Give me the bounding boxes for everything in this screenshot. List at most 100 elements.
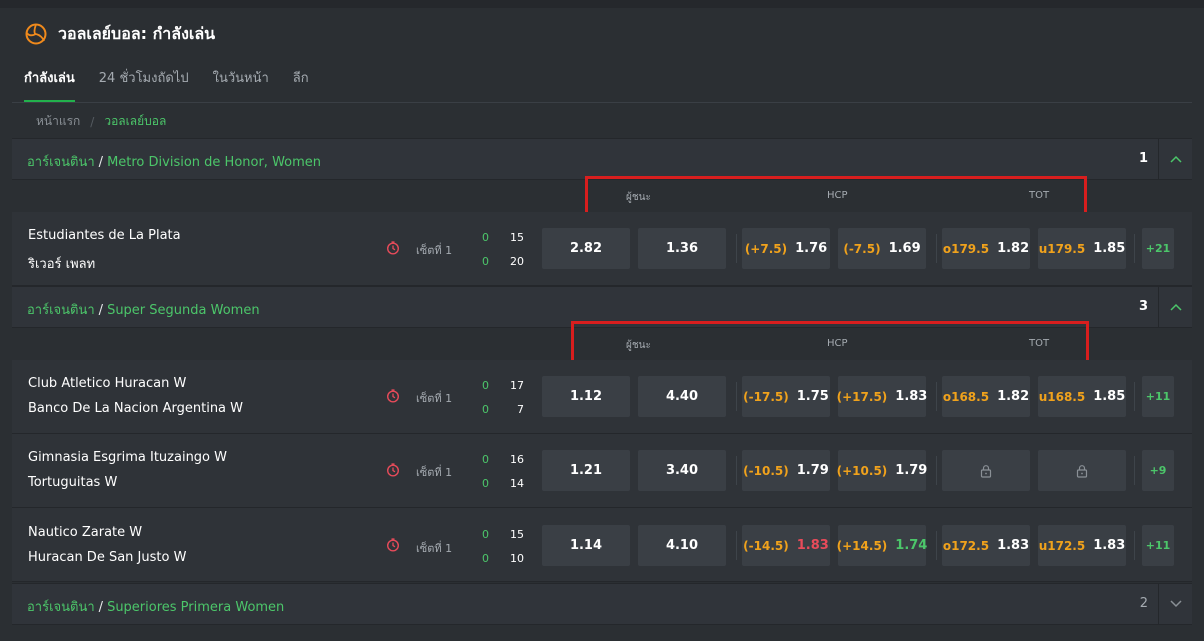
page-title: วอลเลย์บอล: กำลังเล่น bbox=[58, 23, 216, 43]
league-title[interactable]: Super Segunda Women bbox=[107, 303, 260, 318]
odd-winner-away[interactable]: 4.40 bbox=[638, 376, 726, 417]
home-team[interactable]: Nautico Zarate W bbox=[28, 525, 142, 540]
odd-hcp-home[interactable]: (+7.5) 1.76 bbox=[742, 228, 830, 269]
match-period: เซ็ตที่ 1 bbox=[416, 542, 453, 555]
odd-tot-over[interactable]: o172.5 1.83 bbox=[942, 525, 1030, 566]
page: วอลเลย์บอล: กำลังเล่น กำลังเล่น 24 ชั่วโ… bbox=[0, 0, 1204, 641]
odd-tot-under[interactable]: u179.5 1.85 bbox=[1038, 228, 1126, 269]
home-team[interactable]: Gimnasia Esgrima Ituzaingo W bbox=[28, 450, 227, 465]
home-team[interactable]: Estudiantes de La Plata bbox=[28, 228, 181, 243]
odd-hcp-away[interactable]: (+10.5) 1.79 bbox=[837, 450, 927, 491]
league-header[interactable]: อาร์เจนตินา / Metro Division de Honor, Wom… bbox=[12, 138, 1192, 180]
more-markets-button[interactable]: +21 bbox=[1142, 228, 1174, 269]
league-slash: / bbox=[98, 155, 104, 170]
odd-tot-over[interactable]: o168.5 1.82 bbox=[942, 376, 1030, 417]
league-country[interactable]: อาร์เจนตินา bbox=[27, 155, 95, 170]
league-name: อาร์เจนตินา / Superiores Primera Women bbox=[27, 596, 284, 617]
more-markets-button[interactable]: +11 bbox=[1142, 376, 1174, 417]
top-strip bbox=[0, 0, 1204, 8]
home-points: 15 bbox=[510, 231, 524, 244]
chevron-up-icon[interactable] bbox=[1158, 287, 1192, 327]
odd-tot-under[interactable]: u168.5 1.85 bbox=[1038, 376, 1126, 417]
home-sets: 0 bbox=[482, 528, 489, 541]
odd-winner-home[interactable]: 1.12 bbox=[542, 376, 630, 417]
away-points: 7 bbox=[517, 403, 524, 416]
league-match-count: 1 bbox=[1138, 151, 1148, 166]
odd-winner-away[interactable]: 1.36 bbox=[638, 228, 726, 269]
market-separator bbox=[736, 234, 737, 263]
tab-live[interactable]: กำลังเล่น bbox=[24, 70, 75, 102]
odd-hcp-away[interactable]: (+17.5) 1.83 bbox=[837, 376, 927, 417]
odd-winner-home[interactable]: 1.21 bbox=[542, 450, 630, 491]
lock-icon bbox=[980, 464, 992, 478]
away-team[interactable]: ริเวอร์ เพลท bbox=[28, 253, 95, 274]
away-team[interactable]: Banco De La Nacion Argentina W bbox=[28, 401, 243, 416]
market-separator bbox=[736, 531, 737, 560]
chevron-down-icon[interactable] bbox=[1158, 584, 1192, 624]
market-separator bbox=[1134, 456, 1135, 485]
away-points: 14 bbox=[510, 477, 524, 490]
match-row: Club Atletico Huracan W Banco De La Naci… bbox=[12, 360, 1192, 434]
odd-hcp-away[interactable]: (+14.5) 1.74 bbox=[837, 525, 927, 566]
market-separator bbox=[936, 456, 937, 485]
tab-bar: กำลังเล่น 24 ชั่วโมงถัดไป ในวันหน้า ลีก bbox=[24, 70, 333, 104]
league-header[interactable]: อาร์เจนตินา / Superiores Primera Women 2 bbox=[12, 583, 1192, 625]
away-team[interactable]: Tortuguitas W bbox=[28, 475, 117, 490]
chevron-up-icon[interactable] bbox=[1158, 139, 1192, 179]
breadcrumb-separator: / bbox=[90, 114, 95, 129]
odd-tot-over[interactable]: o179.5 1.82 bbox=[942, 228, 1030, 269]
away-sets: 0 bbox=[482, 552, 489, 565]
home-sets: 0 bbox=[482, 231, 489, 244]
odd-winner-away[interactable]: 4.10 bbox=[638, 525, 726, 566]
market-separator bbox=[1134, 382, 1135, 411]
page-header: วอลเลย์บอล: กำลังเล่น bbox=[24, 20, 215, 48]
odd-winner-away[interactable]: 3.40 bbox=[638, 450, 726, 491]
home-points: 15 bbox=[510, 528, 524, 541]
league-slash: / bbox=[98, 600, 104, 615]
league-slash: / bbox=[98, 303, 104, 318]
match-row: Gimnasia Esgrima Ituzaingo W Tortuguitas… bbox=[12, 434, 1192, 508]
tab-next-24h[interactable]: 24 ชั่วโมงถัดไป bbox=[99, 70, 189, 102]
market-separator bbox=[936, 234, 937, 263]
away-sets: 0 bbox=[482, 403, 489, 416]
home-team[interactable]: Club Atletico Huracan W bbox=[28, 376, 186, 391]
league-match-count: 3 bbox=[1138, 299, 1148, 314]
odd-hcp-away[interactable]: (-7.5) 1.69 bbox=[838, 228, 926, 269]
more-markets-button[interactable]: +11 bbox=[1142, 525, 1174, 566]
market-separator bbox=[936, 382, 937, 411]
odd-tot-under-locked bbox=[1038, 450, 1126, 491]
league-country[interactable]: อาร์เจนตินา bbox=[27, 600, 95, 615]
away-points: 20 bbox=[510, 255, 524, 268]
away-sets: 0 bbox=[482, 255, 489, 268]
market-separator bbox=[736, 382, 737, 411]
odd-winner-home[interactable]: 2.82 bbox=[542, 228, 630, 269]
league-title[interactable]: Metro Division de Honor, Women bbox=[107, 155, 321, 170]
match-row: Estudiantes de La Plata ริเวอร์ เพลท เซ็… bbox=[12, 212, 1192, 286]
market-separator bbox=[936, 531, 937, 560]
odd-hcp-home[interactable]: (-14.5) 1.83 bbox=[742, 525, 830, 566]
league-country[interactable]: อาร์เจนตินา bbox=[27, 303, 95, 318]
more-markets-button[interactable]: +9 bbox=[1142, 450, 1174, 491]
tabs-divider bbox=[12, 102, 1192, 103]
live-timer-icon bbox=[386, 389, 400, 403]
live-timer-icon bbox=[386, 538, 400, 552]
match-period: เซ็ตที่ 1 bbox=[416, 244, 453, 257]
breadcrumb-home[interactable]: หน้าแรก bbox=[36, 112, 80, 131]
live-timer-icon bbox=[386, 241, 400, 255]
odd-hcp-home[interactable]: (-10.5) 1.79 bbox=[742, 450, 830, 491]
away-team[interactable]: Huracan De San Justo W bbox=[28, 550, 186, 565]
odd-winner-home[interactable]: 1.14 bbox=[542, 525, 630, 566]
odd-tot-under[interactable]: u172.5 1.83 bbox=[1038, 525, 1126, 566]
league-name: อาร์เจนตินา / Super Segunda Women bbox=[27, 299, 260, 320]
match-period: เซ็ตที่ 1 bbox=[416, 466, 453, 479]
match-period: เซ็ตที่ 1 bbox=[416, 392, 453, 405]
home-points: 17 bbox=[510, 379, 524, 392]
tab-leagues[interactable]: ลีก bbox=[293, 70, 309, 102]
away-points: 10 bbox=[510, 552, 524, 565]
league-title[interactable]: Superiores Primera Women bbox=[107, 600, 284, 615]
odd-hcp-home[interactable]: (-17.5) 1.75 bbox=[742, 376, 830, 417]
league-match-count: 2 bbox=[1139, 596, 1148, 611]
match-row: Nautico Zarate W Huracan De San Justo W … bbox=[12, 508, 1192, 582]
breadcrumb-current: วอลเลย์บอล bbox=[104, 114, 167, 128]
tab-upcoming[interactable]: ในวันหน้า bbox=[213, 70, 269, 102]
